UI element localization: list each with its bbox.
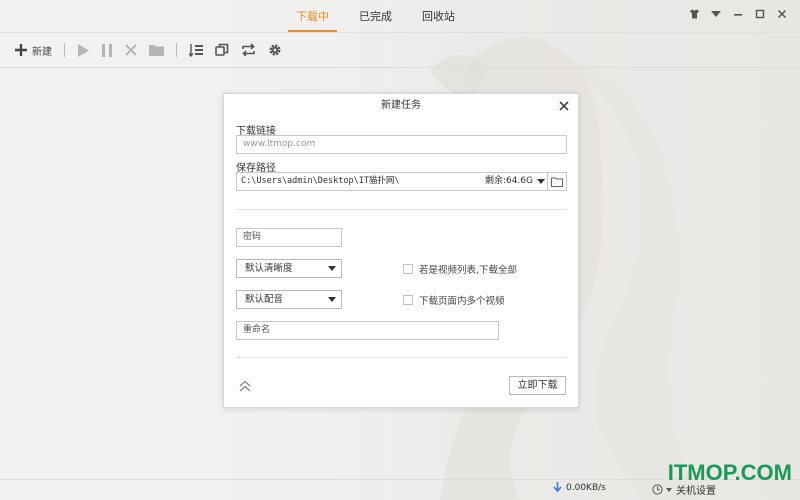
rename-input[interactable]: 重命名 (236, 321, 499, 340)
tab-recycle-bin[interactable]: 回收站 (414, 0, 463, 32)
dialog-title: 新建任务 (381, 100, 421, 111)
repeat-icon (242, 43, 255, 57)
new-task-dialog: 新建任务 下载链接 www.itmop.com 保存路径 C:\Users\ad… (223, 93, 579, 408)
double-chevron-up-icon (239, 380, 251, 392)
quality-select[interactable]: 默认清晰度 (236, 259, 342, 278)
close-icon (559, 101, 569, 111)
toolbar-separator (64, 43, 65, 57)
clock-icon (652, 484, 663, 495)
close-icon[interactable] (774, 6, 790, 22)
divider (236, 209, 567, 210)
dropdown-arrow-icon (328, 266, 336, 271)
dropdown-arrow-icon (537, 178, 545, 184)
password-input[interactable]: 密码 (236, 228, 342, 247)
download-playlist-label: 若是视频列表,下载全部 (419, 265, 518, 276)
save-path-value: C:\Users\admin\Desktop\IT猫扑网\ (241, 176, 400, 186)
new-task-button[interactable]: 新建 (8, 38, 58, 62)
download-now-button[interactable]: 立即下载 (509, 376, 566, 395)
settings-button[interactable] (262, 38, 288, 62)
divider (236, 357, 567, 358)
dropdown-arrow-icon (666, 487, 672, 492)
audio-select-value: 默认配音 (245, 294, 284, 305)
watermark-logo: ITMOP.COM (667, 460, 792, 485)
checkbox-box (403, 295, 413, 305)
download-arrow-icon (553, 482, 562, 493)
copy-icon (215, 43, 229, 56)
divider (0, 67, 800, 68)
folder-icon (149, 45, 164, 56)
checkbox-box (403, 264, 413, 274)
pause-icon (102, 43, 112, 57)
tab-downloading[interactable]: 下载中 (288, 0, 337, 32)
sort-list-icon (189, 43, 203, 57)
play-icon (78, 43, 89, 57)
quality-select-value: 默认清晰度 (245, 263, 293, 274)
start-button[interactable] (71, 38, 95, 62)
dialog-close-button[interactable] (559, 100, 571, 112)
minimize-icon[interactable] (730, 6, 746, 22)
copy-link-button[interactable] (209, 38, 235, 62)
download-speed: 0.00KB/s (553, 482, 606, 493)
download-link-input[interactable]: www.itmop.com (236, 135, 567, 154)
audio-select[interactable]: 默认配音 (236, 290, 342, 309)
free-space-text: 剩余:64.6G (484, 176, 533, 186)
delete-x-icon (125, 44, 137, 56)
toolbar: 新建 (0, 33, 800, 67)
download-speed-text: 0.00KB/s (566, 482, 606, 493)
skin-icon[interactable] (686, 6, 702, 22)
new-task-label: 新建 (32, 46, 52, 58)
toolbar-separator (176, 43, 177, 57)
delete-button[interactable] (119, 38, 143, 62)
download-playlist-checkbox[interactable]: 若是视频列表,下载全部 (403, 262, 517, 276)
browse-folder-button[interactable] (548, 172, 567, 191)
refresh-button[interactable] (235, 38, 262, 62)
pause-button[interactable] (95, 38, 119, 62)
menu-dropdown-icon[interactable] (708, 6, 724, 22)
open-folder-button[interactable] (143, 38, 170, 62)
gear-icon (269, 44, 281, 56)
maximize-icon[interactable] (752, 6, 768, 22)
tab-completed[interactable]: 已完成 (351, 0, 400, 32)
sort-button[interactable] (183, 38, 209, 62)
save-path-field[interactable]: C:\Users\admin\Desktop\IT猫扑网\ 剩余:64.6G (236, 172, 548, 191)
multi-video-label: 下载页面内多个视频 (419, 296, 505, 307)
title-bar: 下载中 已完成 回收站 (0, 0, 800, 32)
window-controls (686, 6, 790, 22)
free-space-dropdown[interactable]: 剩余:64.6G (485, 173, 545, 190)
folder-open-icon (551, 177, 563, 187)
dropdown-arrow-icon (328, 297, 336, 302)
collapse-button[interactable] (238, 379, 252, 393)
main-tabs: 下载中 已完成 回收站 (288, 0, 477, 32)
plus-icon (15, 44, 27, 56)
multi-video-checkbox[interactable]: 下载页面内多个视频 (403, 293, 505, 307)
